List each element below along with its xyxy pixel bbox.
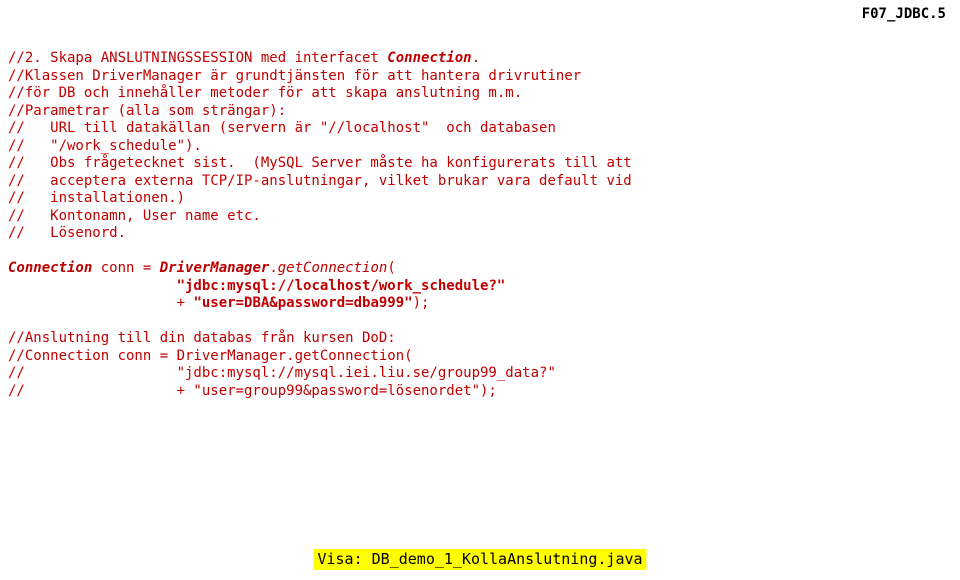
code-text: conn = [92,260,159,276]
method-getconnection: getConnection [278,260,388,276]
code-line: // Lösenord. [8,225,126,241]
class-drivermanager: DriverManager [160,260,270,276]
code-line: // installationen.) [8,190,185,206]
code-line: //Anslutning till din databas från kurse… [8,330,396,346]
code-block: //2. Skapa ANSLUTNINGSSESSION med interf… [8,50,952,400]
code-text: ); [413,295,430,311]
code-text: ( [387,260,395,276]
code-line: // acceptera externa TCP/IP-anslutningar… [8,173,632,189]
code-line: //Parametrar (alla som strängar): [8,103,286,119]
string-literal: "jdbc:mysql://localhost/work_schedule?" [177,278,506,294]
code-line: // + "user=group99&password=lösenordet")… [8,383,497,399]
code-line: //Connection conn = DriverManager.getCon… [8,348,413,364]
footer-highlight: Visa: DB_demo_1_KollaAnslutning.java [313,549,646,570]
type-connection: Connection [8,260,92,276]
code-text: . [269,260,277,276]
code-line: // "/work_schedule"). [8,138,202,154]
indent [8,278,177,294]
code-line: // Kontonamn, User name etc. [8,208,261,224]
code-line: . [472,50,480,66]
header-right: F07_JDBC.5 [862,6,946,24]
code-line: //Klassen DriverManager är grundtjänsten… [8,68,581,84]
code-line: //för DB och innehåller metoder för att … [8,85,522,101]
page: F07_JDBC.5 //2. Skapa ANSLUTNINGSSESSION… [0,0,960,580]
code-line: // URL till datakällan (servern är "//lo… [8,120,556,136]
type-connection: Connection [387,50,471,66]
code-line: // Obs frågetecknet sist. (MySQL Server … [8,155,632,171]
code-line: //2. Skapa ANSLUTNINGSSESSION med interf… [8,50,387,66]
code-line: // "jdbc:mysql://mysql.iei.liu.se/group9… [8,365,556,381]
indent: + [8,295,193,311]
string-literal: "user=DBA&password=dba999" [193,295,412,311]
